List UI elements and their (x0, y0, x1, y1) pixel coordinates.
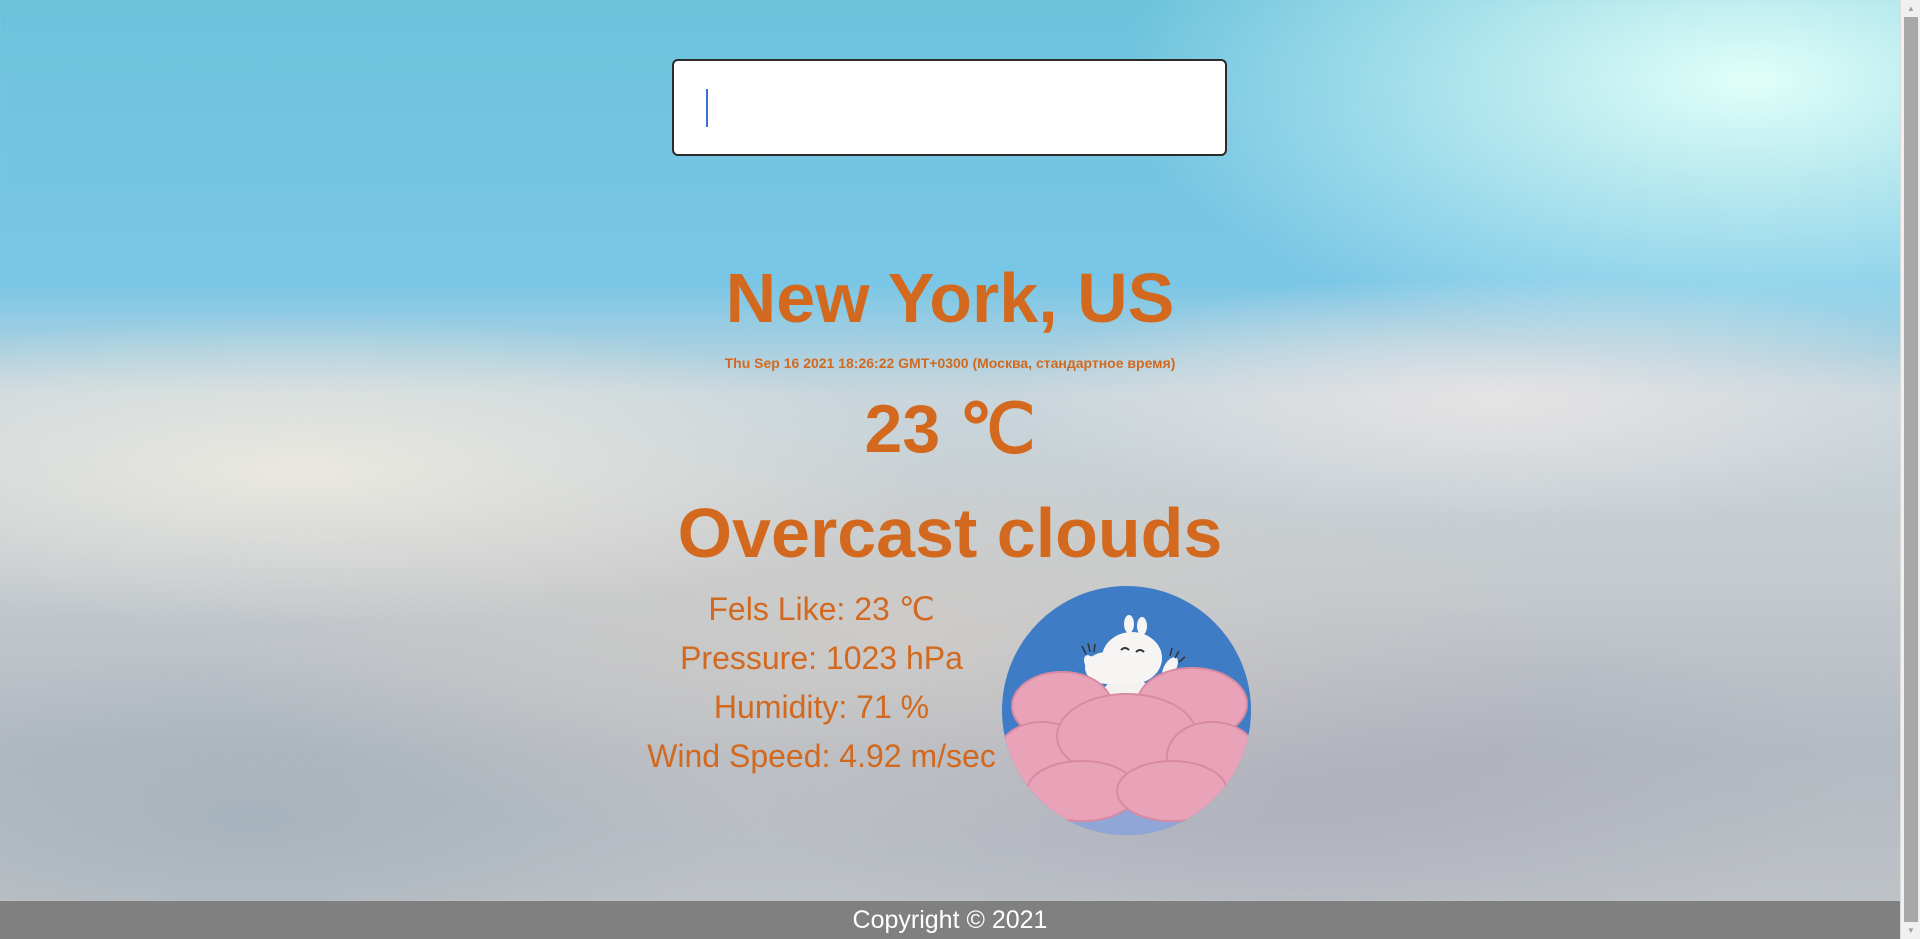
weather-condition: Overcast clouds (677, 494, 1223, 572)
feels-like-unit: ℃ (898, 591, 935, 627)
temperature-value: 23 (864, 391, 941, 467)
copyright-text: Copyright © 2021 (852, 906, 1048, 934)
feels-like-text: Fels Like: 23 (708, 591, 890, 627)
scrollbar-thumb[interactable] (1904, 17, 1918, 922)
city-search-input[interactable] (672, 59, 1227, 156)
weather-details: Fels Like: 23 ℃ Pressure: 1023 hPa Humid… (640, 585, 1003, 781)
temperature-unit: ℃ (959, 391, 1036, 467)
location-title: New York, US (725, 259, 1175, 337)
search-box (672, 59, 1227, 156)
humidity-text: Humidity: 71 % (713, 689, 930, 725)
pressure-text: Pressure: 1023 hPa (680, 640, 963, 676)
date-time-text: Thu Sep 16 2021 18:26:22 GMT+0300 (Москв… (724, 355, 1176, 371)
wind-speed-text: Wind Speed: 4.92 m/sec (647, 738, 996, 774)
footer: Copyright © 2021 (0, 901, 1900, 939)
moomin-on-cloud-image (1002, 586, 1251, 835)
scroll-down-arrow-icon[interactable]: ▼ (1901, 922, 1920, 939)
temperature-display: 23 ℃ (0, 390, 1900, 469)
feels-like-row: Fels Like: 23 ℃ (640, 585, 1003, 634)
moomin-on-cloud-icon (1002, 586, 1251, 835)
page-scrollbar[interactable]: ▲ ▼ (1900, 0, 1920, 939)
scroll-up-arrow-icon[interactable]: ▲ (1901, 0, 1920, 17)
text-cursor (706, 89, 708, 127)
